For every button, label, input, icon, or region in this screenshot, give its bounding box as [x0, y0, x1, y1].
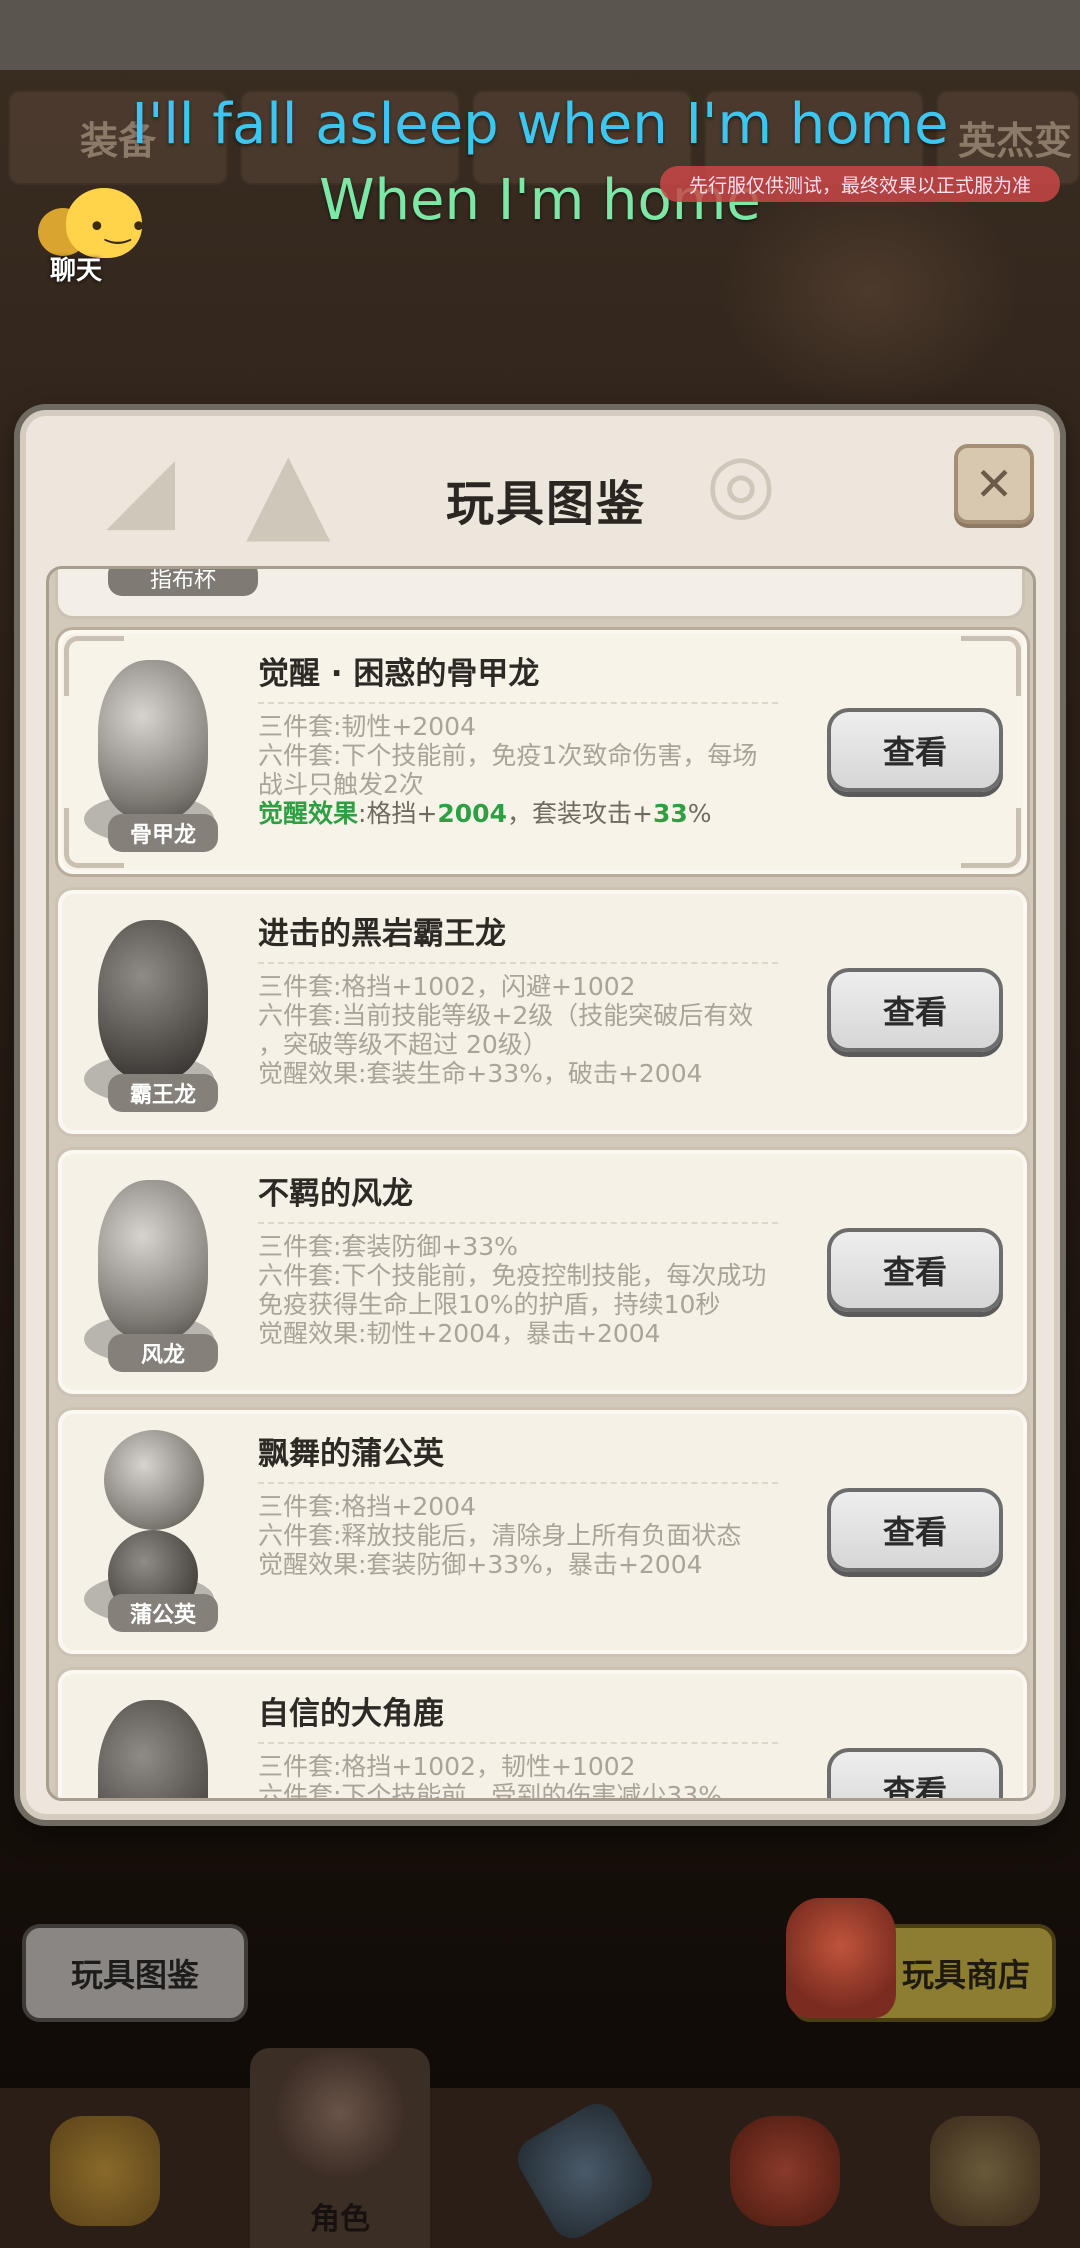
toy-title: 自信的大角鹿: [258, 1696, 444, 1732]
divider: [258, 1222, 778, 1224]
top-bar-background: [0, 0, 1080, 70]
toy-name-tag: 霸王龙: [108, 1074, 218, 1112]
list-item: 蒲公英 飘舞的蒲公英 三件套:格挡+2004 六件套:释放技能后，清除身上所有负…: [55, 1407, 1030, 1657]
chat-face-icon: •‿•: [88, 210, 148, 245]
list-item-partial: 指布杯: [55, 569, 1025, 619]
nav-item-character[interactable]: 角色: [250, 2048, 430, 2248]
desc-line: 六件套:下个技能前，免疫1次致命伤害，每场: [258, 741, 758, 770]
close-icon: ✕: [974, 457, 1014, 511]
toy-portrait: 风龙: [68, 1170, 228, 1380]
toy-shop-button[interactable]: 玩具商店: [786, 1898, 1056, 2022]
toy-title: 不羁的风龙: [258, 1176, 413, 1212]
toy-name-tag: 蒲公英: [108, 1594, 218, 1632]
toy-title: 觉醒 · 困惑的骨甲龙: [258, 656, 540, 692]
toy-description: 三件套:格挡+1002，闪避+1002 六件套:当前技能等级+2级（技能突破后有…: [258, 972, 828, 1088]
awaken-label: 觉醒效果: [258, 799, 359, 828]
deer-figure: [98, 1700, 208, 1798]
corner-ornament: [961, 636, 1021, 696]
desc-line: 六件套:下个技能前，免疫控制技能，每次成功: [258, 1261, 767, 1290]
list-item: 骨甲龙 觉醒 · 困惑的骨甲龙 三件套:韧性+2004 六件套:下个技能前，免疫…: [55, 627, 1030, 877]
toy-description: 三件套:格挡+1002，韧性+1002 六件套:下个技能前，受到的伤害减少33%: [258, 1752, 828, 1801]
toy-description: 三件套:套装防御+33% 六件套:下个技能前，免疫控制技能，每次成功 免疫获得生…: [258, 1232, 828, 1348]
desc-line: 觉醒效果:套装生命+33%，破击+2004: [258, 1059, 703, 1088]
dandelion-puff-figure: [104, 1430, 204, 1530]
modal-title: 玩具图鉴: [445, 476, 646, 532]
desc-line: 三件套:韧性+2004: [258, 712, 476, 741]
lyrics-line-1: I'll fall asleep when I'm home: [131, 92, 949, 157]
desc-line: ，突破等级不超过 20级）: [258, 1030, 548, 1059]
nav-item-5[interactable]: [890, 2108, 1070, 2248]
toy-shop-label: 玩具商店: [901, 1956, 1030, 1994]
toy-name-tag: 骨甲龙: [108, 814, 218, 852]
close-button[interactable]: ✕: [954, 444, 1034, 524]
test-server-notice: 先行服仅供测试，最终效果以正式服为准: [660, 166, 1060, 202]
view-button[interactable]: 查看: [827, 708, 1003, 792]
dinosaur-icon: [730, 2116, 840, 2226]
divider: [258, 702, 778, 704]
awaken-line: 觉醒效果:格挡+2004，套装攻击+33%: [258, 799, 828, 828]
divider: [258, 1482, 778, 1484]
toy-list[interactable]: 指布杯 骨甲龙 觉醒 · 困惑的骨甲龙 三件套:韧性+2004 六件套:下个技能…: [46, 566, 1036, 1801]
desc-line: 六件套:当前技能等级+2级（技能突破后有效: [258, 1001, 754, 1030]
view-button[interactable]: 查看: [827, 1488, 1003, 1572]
desc-line: 三件套:格挡+1002，韧性+1002: [258, 1752, 636, 1781]
view-button[interactable]: 查看: [827, 1748, 1003, 1798]
corner-ornament: [961, 808, 1021, 868]
desc-line: 三件套:格挡+2004: [258, 1492, 476, 1521]
list-item: 自信的大角鹿 三件套:格挡+1002，韧性+1002 六件套:下个技能前，受到的…: [55, 1667, 1030, 1801]
nav-item-3[interactable]: [490, 2095, 670, 2248]
awaken-text: %: [687, 799, 712, 828]
bone-armor-dragon-figure: [98, 660, 208, 820]
bottom-nav: 角色: [0, 2048, 1080, 2248]
toy-portrait: 霸王龙: [68, 910, 228, 1120]
divider: [258, 1742, 778, 1744]
awaken-text: ，套装攻击+: [506, 799, 653, 828]
toy-book-button[interactable]: 玩具图鉴: [22, 1924, 248, 2022]
toy-collection-modal: ◢ ▲ ◎ 玩具图鉴 ✕ 指布杯 骨甲龙 觉醒 · 困惑的骨甲龙 三件套:韧性+…: [20, 410, 1060, 1820]
toy-portrait: [68, 1690, 228, 1798]
desc-line: 觉醒效果:韧性+2004，暴击+2004: [258, 1319, 661, 1348]
toy-portrait: 骨甲龙: [68, 650, 228, 860]
toy-title: 飘舞的蒲公英: [258, 1436, 444, 1472]
totem-icon: [930, 2116, 1040, 2226]
desc-line: 六件套:释放技能后，清除身上所有负面状态: [258, 1521, 742, 1550]
list-item: 风龙 不羁的风龙 三件套:套装防御+33% 六件套:下个技能前，免疫控制技能，每…: [55, 1147, 1030, 1397]
sword-icon: [509, 2095, 661, 2247]
awaken-text: :格挡+: [358, 799, 438, 828]
view-button[interactable]: 查看: [827, 1228, 1003, 1312]
toy-name-tag: 指布杯: [108, 569, 258, 596]
desc-line: 三件套:格挡+1002，闪避+1002: [258, 972, 636, 1001]
character-face-icon: [275, 2048, 405, 2178]
nav-label-character: 角色: [310, 2202, 370, 2237]
toy-portrait: 蒲公英: [68, 1430, 228, 1640]
desc-line: 免疫获得生命上限10%的护盾，持续10秒: [258, 1290, 721, 1319]
desc-line: 觉醒效果:套装防御+33%，暴击+2004: [258, 1550, 703, 1579]
toy-name-tag: 风龙: [108, 1334, 218, 1372]
chat-label: 聊天: [50, 256, 103, 286]
divider: [258, 962, 778, 964]
nav-item-4[interactable]: [690, 2108, 870, 2248]
awaken-value: 33: [652, 799, 688, 828]
desc-line: 六件套:下个技能前，受到的伤害减少33%: [258, 1781, 722, 1801]
nav-item-1[interactable]: [10, 2108, 190, 2248]
view-button[interactable]: 查看: [827, 968, 1003, 1052]
tyrannosaurus-figure: [98, 920, 208, 1080]
desc-line: 三件套:套装防御+33%: [258, 1232, 518, 1261]
chat-button[interactable]: •‿• 聊天: [30, 188, 150, 288]
shop-icon: [786, 1898, 896, 2018]
wind-dragon-figure: [98, 1180, 208, 1340]
toy-title: 进击的黑岩霸王龙: [258, 916, 506, 952]
awaken-value: 2004: [437, 799, 507, 828]
straw-monster-icon: [50, 2116, 160, 2226]
list-item: 霸王龙 进击的黑岩霸王龙 三件套:格挡+1002，闪避+1002 六件套:当前技…: [55, 887, 1030, 1137]
toy-description: 三件套:韧性+2004 六件套:下个技能前，免疫1次致命伤害，每场 战斗只触发2…: [258, 712, 828, 828]
toy-description: 三件套:格挡+2004 六件套:释放技能后，清除身上所有负面状态 觉醒效果:套装…: [258, 1492, 828, 1579]
desc-line: 战斗只触发2次: [258, 770, 424, 799]
